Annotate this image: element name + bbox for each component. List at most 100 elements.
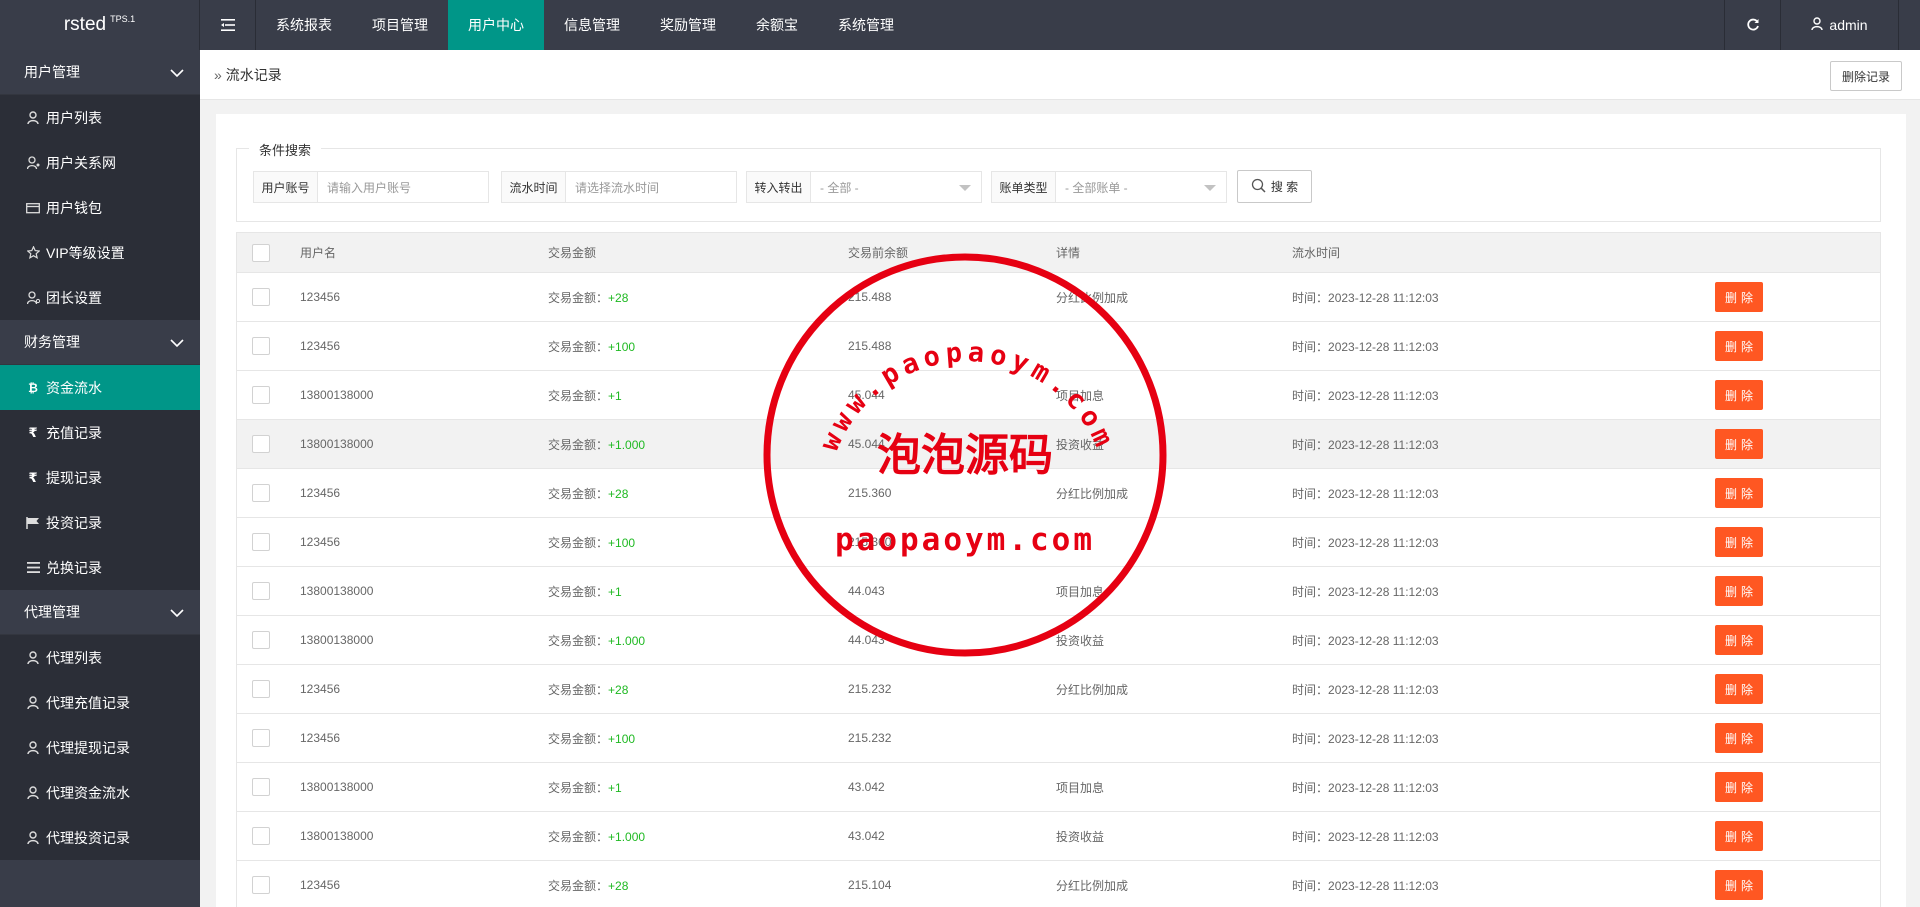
user-icon [26,696,40,709]
cell-balance: 44.043 [848,633,885,647]
delete-button[interactable]: 删除 [1715,576,1763,606]
sidebar-item[interactable]: ₹ 充值记录 [0,410,200,455]
delete-button[interactable]: 删除 [1715,331,1763,361]
row-checkbox[interactable] [252,680,270,698]
delete-button[interactable]: 删除 [1715,429,1763,459]
amount-prefix: 交易金额： [548,682,609,697]
cell-amount: 交易金额：+1.000 [548,436,645,453]
sidebar-item-label: 用户列表 [46,109,102,126]
cell-detail: 分红比例加成 [1056,682,1129,697]
cell-detail: 分红比例加成 [1056,290,1129,305]
row-checkbox[interactable] [252,337,270,355]
delete-button[interactable]: 删除 [1715,772,1763,802]
row-checkbox[interactable] [252,631,270,649]
delete-button[interactable]: 删除 [1715,723,1763,753]
menu-toggle-icon[interactable] [200,0,256,50]
time-prefix: 时间： [1292,388,1329,403]
row-checkbox[interactable] [252,484,270,502]
table-row: 123456 交易金额：+100 215.360 时间：2023-12-28 11:1… [237,518,1880,567]
time-prefix: 时间： [1292,290,1329,305]
cell-amount: 交易金额：+1.000 [548,828,645,845]
top-nav-item[interactable]: 余额宝 [736,0,818,50]
user-menu[interactable]: admin [1780,0,1898,50]
top-nav-item[interactable]: 奖励管理 [640,0,736,50]
row-checkbox[interactable] [252,778,270,796]
logo[interactable]: rsted TPS.1 [0,0,200,50]
sidebar-item-label: 代理列表 [46,649,102,666]
row-checkbox[interactable] [252,533,270,551]
sidebar-item[interactable]: 投资记录 [0,500,200,545]
sidebar-item[interactable]: 代理资金流水 [0,770,200,815]
row-checkbox[interactable] [252,435,270,453]
rupee-icon: ₹ [28,424,38,440]
delete-button[interactable]: 删除 [1715,527,1763,557]
transfer-select[interactable]: - 全部 - [811,172,981,202]
row-checkbox[interactable] [252,582,270,600]
transfer-value: - 全部 - [820,180,859,195]
sidebar-item[interactable]: 用户列表 [0,95,200,140]
amount-prefix: 交易金额： [548,437,609,452]
time-prefix: 时间： [1292,682,1329,697]
top-bar-edge [1898,0,1920,50]
select-all-checkbox[interactable] [252,243,270,262]
top-nav-item[interactable]: 信息管理 [544,0,640,50]
sidebar-item[interactable]: 用户关系网 [0,140,200,185]
delete-button[interactable]: 删除 [1715,380,1763,410]
delete-button[interactable]: 删除 [1715,821,1763,851]
records-table: 用户名 交易金额 交易前余额 详情 流水时间 123456 交易金额：+28 215… [236,232,1881,907]
sidebar-item[interactable]: 兑换记录 [0,545,200,590]
sidebar-group[interactable]: 代理管理 [0,590,200,635]
delete-records-button[interactable]: 删除记录 [1829,61,1902,91]
amount-prefix: 交易金额： [548,584,609,599]
delete-button[interactable]: 删除 [1715,625,1763,655]
time-prefix: 时间： [1292,731,1329,746]
delete-button[interactable]: 删除 [1715,282,1763,312]
amount-prefix: 交易金额： [548,486,609,501]
cell-amount: 交易金额：+100 [548,338,635,355]
search-fieldset: 条件搜索 用户账号 请输入用户账号 流水时间 请选择流水时间 转入转出 - 全部… [236,140,1881,222]
top-nav-item[interactable]: 用户中心 [448,0,544,50]
row-checkbox[interactable] [252,386,270,404]
top-nav-item[interactable]: 系统管理 [818,0,914,50]
sidebar-item[interactable]: ₹ 提现记录 [0,455,200,500]
account-input[interactable]: 请输入用户账号 [318,172,488,202]
table-row: 13800138000 交易金额：+1.000 44.043 投资收益 时间：2023-… [237,616,1880,665]
table-row: 123456 交易金额：+100 215.232 时间：2023-12-28 11:1… [237,714,1880,763]
sidebar-item[interactable]: 用户钱包 [0,185,200,230]
sidebar-group[interactable]: 财务管理 [0,320,200,365]
sidebar-item[interactable]: 代理提现记录 [0,725,200,770]
account-label: 用户账号 [254,172,318,202]
type-select[interactable]: - 全部账单 - [1056,172,1226,202]
cell-detail: 投资收益 [1056,437,1105,452]
refresh-icon[interactable] [1724,0,1780,50]
delete-button[interactable]: 删除 [1715,674,1763,704]
sidebar-item[interactable]: 代理充值记录 [0,680,200,725]
row-checkbox[interactable] [252,729,270,747]
cell-time: 时间：2023-12-28 11:12:03 [1292,583,1439,600]
sidebar-item[interactable]: 代理列表 [0,635,200,680]
chevron-down-icon [170,65,184,81]
delete-button[interactable]: 删除 [1715,870,1763,900]
cell-amount: 交易金额：+28 [548,681,628,698]
search-button[interactable]: 搜 索 [1237,170,1312,203]
header-time: 流水时间 [1292,246,1341,260]
sidebar-item[interactable]: ₿ 资金流水 [0,365,200,410]
cell-time: 时间：2023-12-28 11:12:03 [1292,730,1439,747]
top-nav-item[interactable]: 系统报表 [256,0,352,50]
sidebar-item[interactable]: 代理投资记录 [0,815,200,860]
delete-button[interactable]: 删除 [1715,478,1763,508]
row-checkbox[interactable] [252,288,270,306]
row-checkbox[interactable] [252,876,270,894]
amount-value: +28 [608,878,629,893]
sidebar-item[interactable]: VIP等级设置 [0,230,200,275]
time-input[interactable]: 请选择流水时间 [566,172,736,202]
user-icon [26,651,40,664]
sidebar-item[interactable]: 团长设置 [0,275,200,320]
top-nav-item[interactable]: 项目管理 [352,0,448,50]
sidebar-item-label: 资金流水 [46,379,102,396]
row-checkbox[interactable] [252,827,270,845]
table-row: 13800138000 交易金额：+1 45.044 项目加息 时间：2023-12-2… [237,371,1880,420]
amount-prefix: 交易金额： [548,290,609,305]
transfer-label: 转入转出 [747,172,811,202]
sidebar-group[interactable]: 用户管理 [0,50,200,95]
